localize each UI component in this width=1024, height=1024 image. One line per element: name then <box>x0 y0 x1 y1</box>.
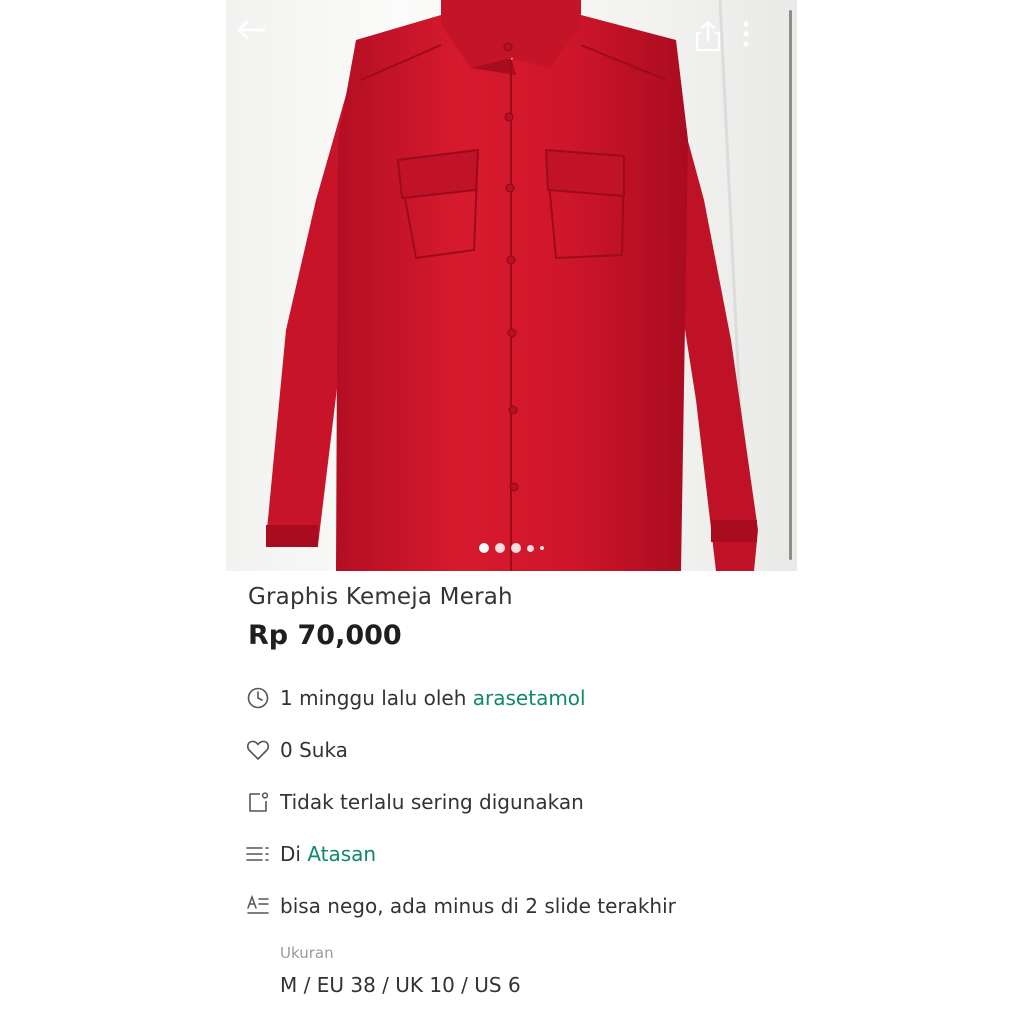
category-prefix: Di <box>280 842 308 866</box>
category-row: Di Atasan <box>246 839 376 869</box>
list-icon <box>246 842 270 866</box>
seller-link[interactable]: arasetamol <box>473 686 586 710</box>
text-format-icon <box>246 894 270 918</box>
description-text: bisa nego, ada minus di 2 slide terakhir <box>280 894 676 918</box>
back-button[interactable] <box>236 20 280 64</box>
condition-text: Tidak terlalu sering digunakan <box>280 790 584 814</box>
product-photo-carousel[interactable] <box>226 0 797 571</box>
listing-time-row: 1 minggu lalu oleh arasetamol <box>246 683 586 713</box>
carousel-indicator <box>226 543 797 553</box>
heart-icon[interactable] <box>246 738 270 762</box>
scrollbar-thumb[interactable] <box>789 10 792 560</box>
tag-icon <box>246 790 270 814</box>
size-label: Ukuran <box>280 944 334 962</box>
likes-row[interactable]: 0 Suka <box>246 735 348 765</box>
carousel-dot-4[interactable] <box>527 544 534 552</box>
carousel-dot-2[interactable] <box>495 543 505 553</box>
more-options-button[interactable] <box>742 20 786 64</box>
clock-icon <box>246 686 270 710</box>
product-title: Graphis Kemeja Merah <box>248 584 513 610</box>
red-shirt-image <box>266 0 758 571</box>
carousel-dot-5[interactable] <box>540 546 544 550</box>
condition-row: Tidak terlalu sering digunakan <box>246 787 584 817</box>
product-price: Rp 70,000 <box>248 620 402 651</box>
description-row: bisa nego, ada minus di 2 slide terakhir <box>246 891 676 921</box>
share-button[interactable] <box>694 20 738 64</box>
category-link[interactable]: Atasan <box>307 842 376 866</box>
scrollbar[interactable] <box>789 10 792 560</box>
likes-count[interactable]: 0 Suka <box>280 738 348 762</box>
listing-time-text: 1 minggu lalu oleh <box>280 686 473 710</box>
carousel-dot-1[interactable] <box>479 543 489 553</box>
size-value: M / EU 38 / UK 10 / US 6 <box>280 973 521 997</box>
product-detail-screen: Graphis Kemeja Merah Rp 70,000 1 minggu … <box>226 0 797 1024</box>
carousel-dot-3[interactable] <box>511 543 521 553</box>
